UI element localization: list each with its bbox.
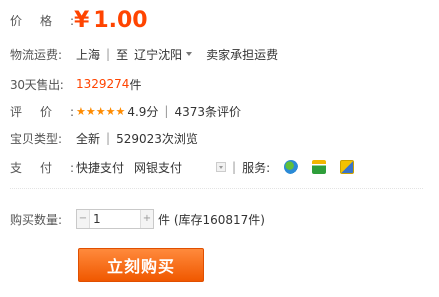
service-credit-card-icon[interactable] xyxy=(312,160,327,174)
price-label: 价格: xyxy=(10,13,93,28)
payment-dropdown-icon[interactable] xyxy=(216,162,227,172)
item-type-row: 宝贝类型: 全新 | 529023次浏览 xyxy=(0,128,439,148)
quantity-row: 购买数量: − + 件 (库存160817件) xyxy=(0,208,439,230)
quantity-decrease-button[interactable]: − xyxy=(77,210,89,228)
payment-method-quick: 快捷支付 xyxy=(76,160,125,175)
quantity-increase-button[interactable]: + xyxy=(141,210,153,228)
quantity-label: 购买数量: xyxy=(10,212,63,227)
quantity-input[interactable] xyxy=(89,210,141,228)
shipping-note: 卖家承担运费 xyxy=(206,47,279,62)
item-type-label: 宝贝类型: xyxy=(10,131,63,146)
chevron-down-icon[interactable] xyxy=(186,52,193,56)
sales-unit: 件 xyxy=(129,77,142,92)
divider: | xyxy=(232,160,237,174)
logistics-label: 物流运费: xyxy=(10,47,63,62)
divider: | xyxy=(106,47,111,61)
section-divider xyxy=(10,188,423,189)
price-value: 1.00 xyxy=(93,7,148,33)
ship-from: 上海 xyxy=(76,47,101,62)
logistics-row: 物流运费: 上海 | 至 辽宁沈阳 卖家承担运费 xyxy=(0,44,439,64)
ship-to-selector[interactable]: 辽宁沈阳 xyxy=(134,46,182,63)
quantity-stepper: − + xyxy=(76,209,154,229)
review-count-link[interactable]: 4373条评价 xyxy=(174,103,241,120)
service-label: 服务: xyxy=(242,160,271,175)
sales-count: 1329274 xyxy=(76,77,130,91)
price-currency: ¥ xyxy=(74,7,90,33)
ship-to-prefix: 至 xyxy=(116,47,129,62)
payment-label: 支付: xyxy=(10,160,93,175)
rating-score: 4.9分 xyxy=(127,104,159,119)
service-invoice-icon[interactable] xyxy=(340,160,355,174)
rating-stars-icon: ★★★★★ xyxy=(76,104,126,118)
divider: | xyxy=(164,104,169,118)
buy-now-button[interactable]: 立刻购买 xyxy=(78,248,204,282)
stock-info: 件 (库存160817件) xyxy=(158,212,265,227)
sales-row: 30天售出: 1329274 件 xyxy=(0,74,439,94)
payment-method-bank: 网银支付 xyxy=(134,160,183,175)
divider: | xyxy=(106,131,111,145)
view-count: 529023次浏览 xyxy=(116,131,198,146)
review-row: 评价: ★★★★★ 4.9分 | 4373条评价 xyxy=(0,101,439,121)
payment-row: 支付: 快捷支付 网银支付 | 服务: xyxy=(0,157,439,177)
review-label: 评价: xyxy=(10,104,93,119)
service-guarantee-icon[interactable] xyxy=(284,160,299,174)
item-condition: 全新 xyxy=(76,131,101,146)
price-row: 价格: ¥ 1.00 xyxy=(0,6,439,34)
sales-label: 30天售出: xyxy=(10,77,64,92)
